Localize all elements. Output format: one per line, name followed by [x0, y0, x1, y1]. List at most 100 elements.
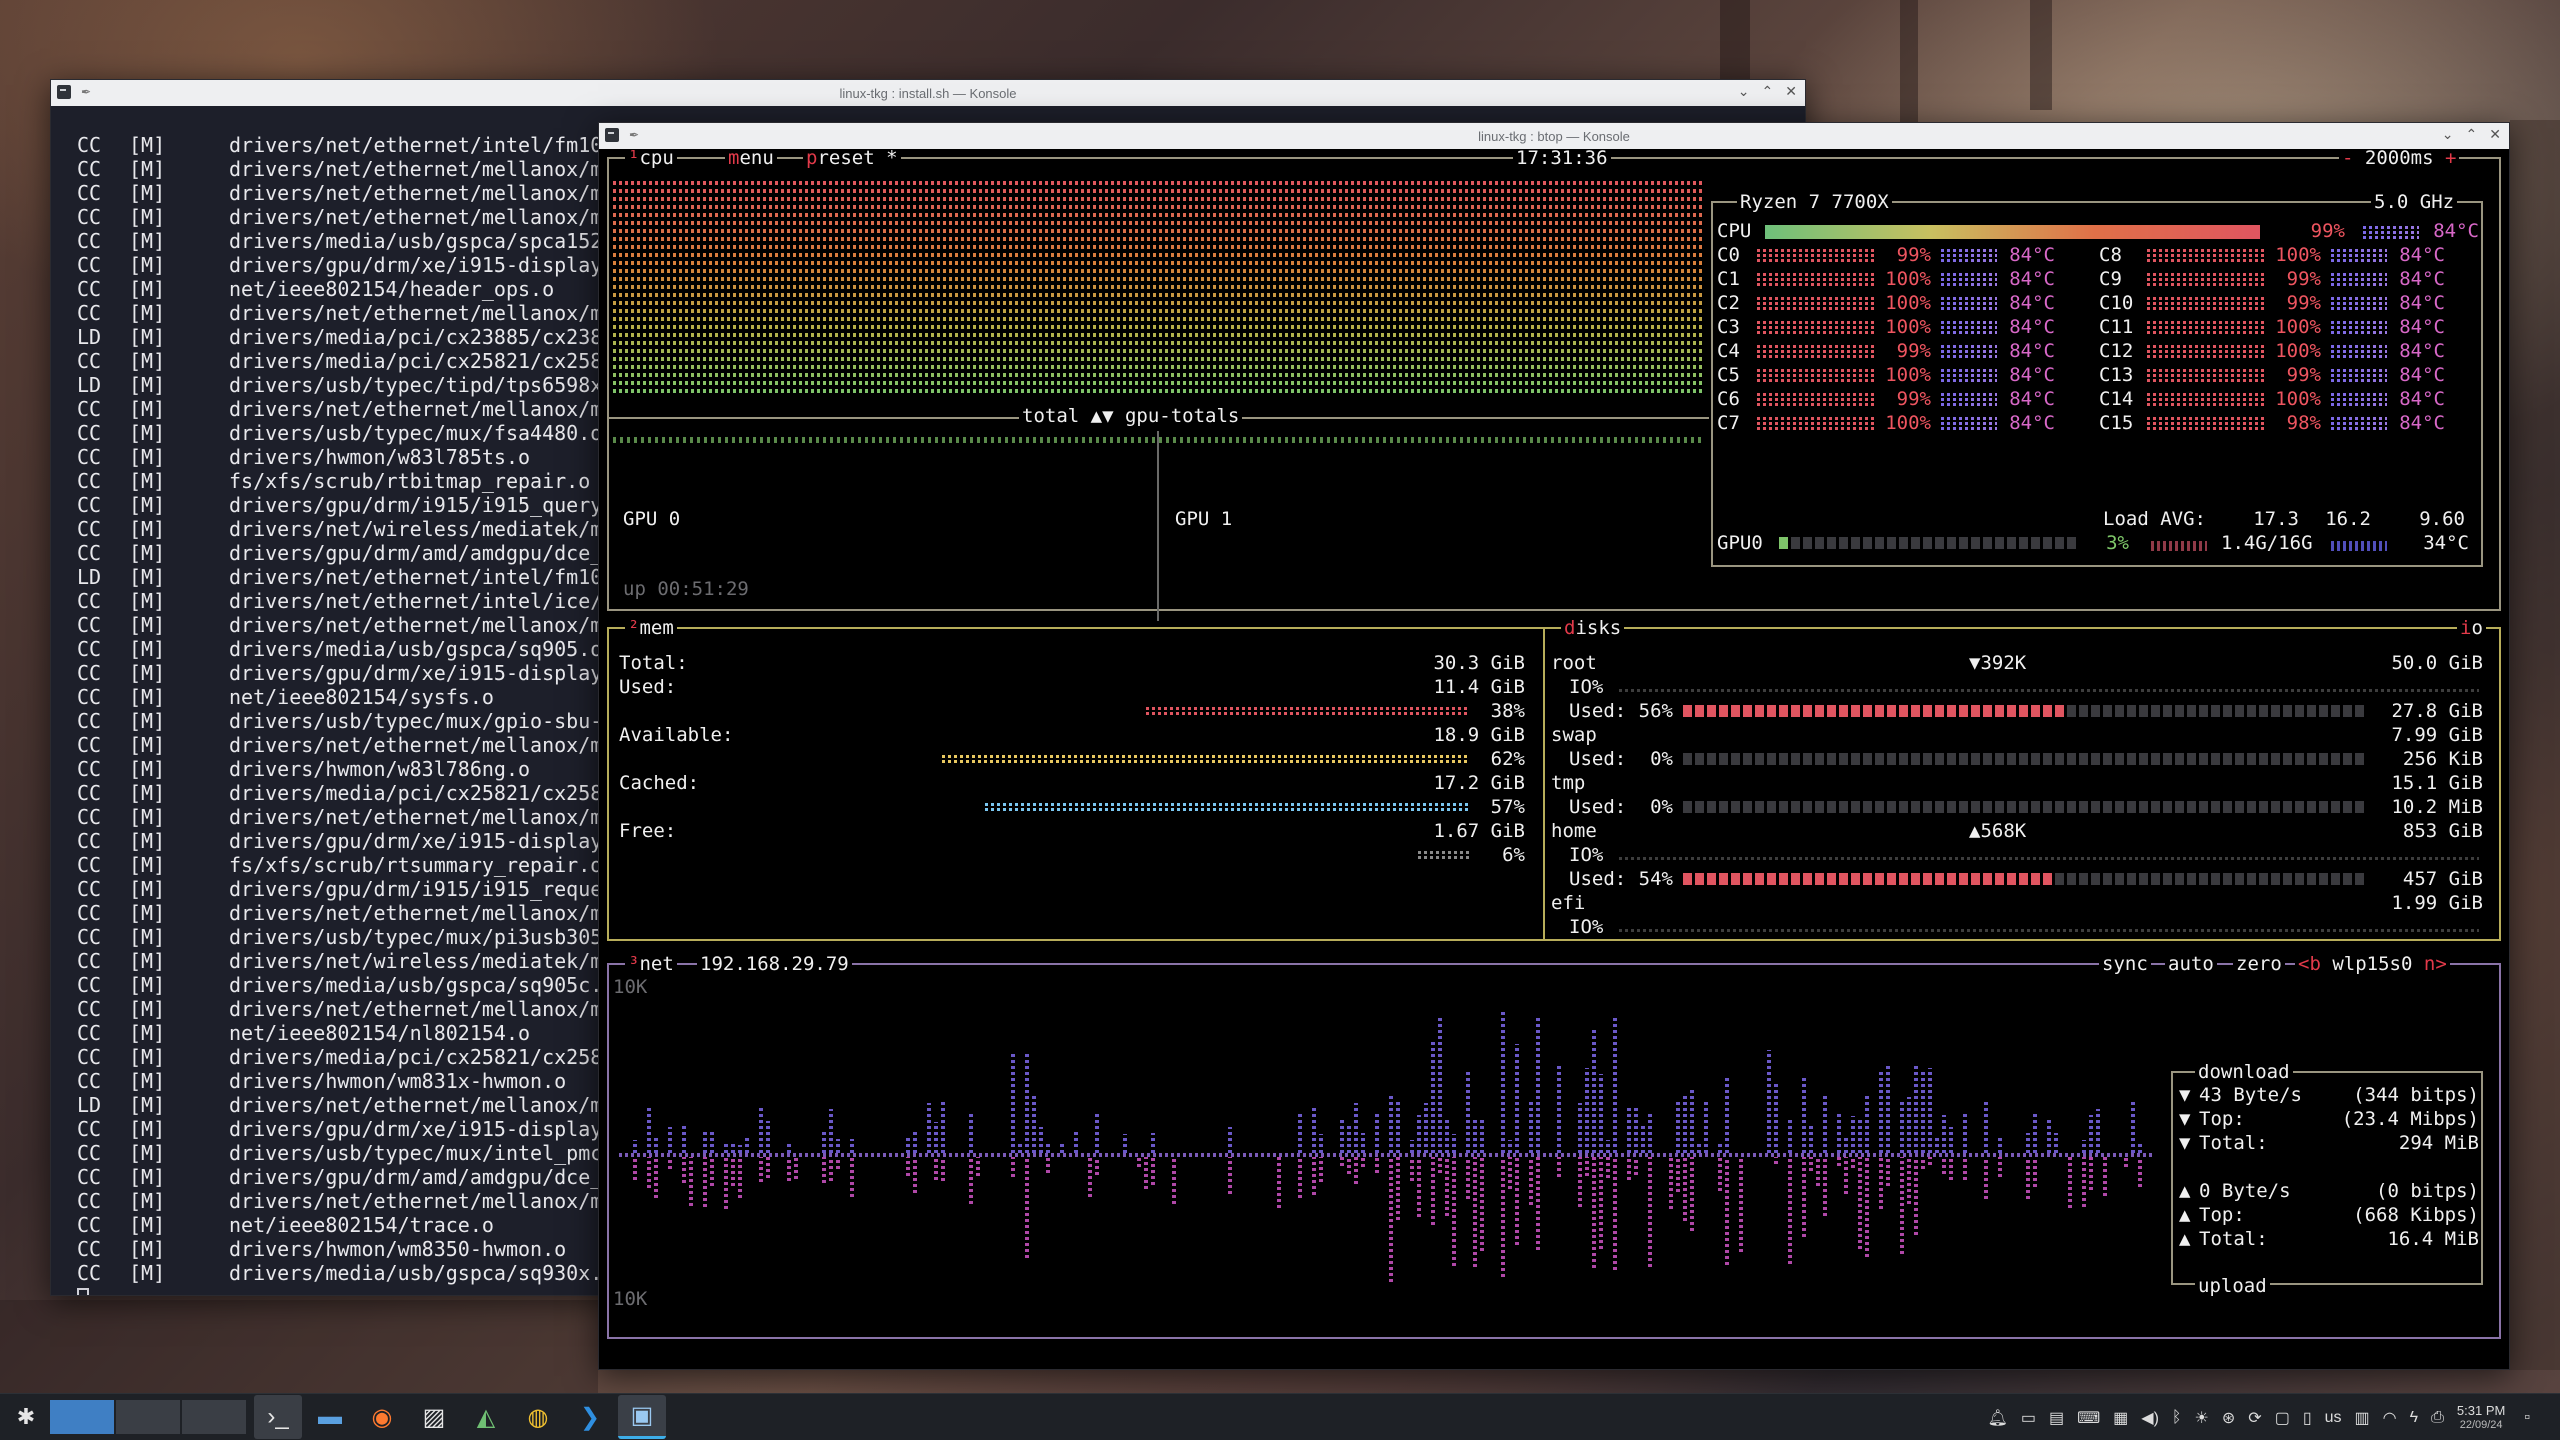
net-tab[interactable]: ³net: [625, 953, 677, 975]
file-manager-icon[interactable]: ▬: [306, 1395, 354, 1439]
update-decrease-button[interactable]: -: [2342, 149, 2353, 169]
keyboard-layout[interactable]: us: [2325, 1409, 2342, 1427]
show-desktop-icon[interactable]: ▫: [2524, 1409, 2530, 1427]
menu-tab[interactable]: menu: [725, 149, 777, 169]
net-upload-bar: [1606, 1140, 1610, 1153]
minimize-icon[interactable]: ⌄: [1738, 83, 1750, 100]
io-toggle[interactable]: io: [2457, 617, 2486, 639]
core-usage-pct: 99%: [1896, 388, 1931, 410]
konsole-btop-window[interactable]: ✒ linux-tkg : btop — Konsole ⌄ ⌃ ✕ ¹cpu …: [598, 122, 2510, 1370]
gpu-totals-graph: [613, 437, 1705, 443]
virtual-desktop-3[interactable]: [182, 1400, 246, 1434]
minimize-icon[interactable]: ⌄: [2442, 126, 2454, 143]
update-increase-button[interactable]: +: [2445, 149, 2456, 169]
net-download-bar: [1599, 1157, 1603, 1249]
build-path: fs/xfs/scrub/rtbitmap_repair.o: [229, 469, 591, 493]
disks-tab[interactable]: disks: [1561, 617, 1625, 639]
firefox-icon[interactable]: ◉: [358, 1395, 406, 1439]
download-stat-value: (23.4 Mibps): [2341, 1108, 2479, 1130]
clock: 17:31:36: [1513, 149, 1611, 169]
module-flag: [M]: [129, 637, 166, 661]
pin-icon[interactable]: ✒: [629, 128, 639, 142]
terminal-launcher-icon[interactable]: ›_: [254, 1395, 302, 1439]
net-download-bar: [1823, 1157, 1827, 1216]
maximize-icon[interactable]: ⌃: [2466, 126, 2478, 143]
maximize-icon[interactable]: ⌃: [1762, 83, 1774, 100]
image-viewer-icon[interactable]: ◭: [462, 1395, 510, 1439]
net-download-bar: [1774, 1157, 1778, 1164]
net-upload-bar: [1935, 1138, 1939, 1153]
net-upload-bar: [647, 1107, 651, 1153]
build-path: drivers/media/pci/cx25821/cx25821-i: [229, 1045, 651, 1069]
updates-icon[interactable]: ⟳: [2248, 1408, 2261, 1428]
konsole-app-icon[interactable]: [57, 85, 71, 99]
build-kind: CC: [77, 973, 102, 997]
keyboard-icon[interactable]: ⌨: [2077, 1408, 2100, 1428]
net-download-bar: [1228, 1157, 1232, 1194]
net-download-bar: [1480, 1157, 1484, 1251]
printer-icon[interactable]: ⎙: [2431, 1409, 2444, 1427]
notifications-icon[interactable]: 🔔︎: [1988, 1408, 2008, 1428]
vscode-icon[interactable]: ❯: [566, 1395, 614, 1439]
net-upload-bar: [822, 1130, 826, 1153]
core-temp-meter: [1941, 272, 1997, 286]
net-download-bar: [1431, 1157, 1435, 1225]
mem-tab[interactable]: ²mem: [625, 617, 677, 639]
build-path: drivers/net/ethernet/mellanox/mlxfw: [229, 613, 651, 637]
net-auto-button[interactable]: auto: [2165, 953, 2217, 975]
core-name: C9: [2099, 268, 2122, 290]
window-titlebar[interactable]: ✒ linux-tkg : btop — Konsole ⌄ ⌃ ✕: [599, 123, 2509, 149]
bluetooth-icon[interactable]: ᛒ: [2172, 1409, 2182, 1427]
screen-icon[interactable]: ▢: [2275, 1408, 2290, 1428]
load-avg-15: 9.60: [2419, 508, 2465, 530]
virtual-desktop-1[interactable]: [50, 1400, 114, 1434]
net-upload-bar: [913, 1132, 917, 1153]
preset-tab[interactable]: preset *: [803, 149, 901, 169]
gpu0-label: GPU 0: [623, 508, 681, 530]
device-icon[interactable]: ▦: [2113, 1408, 2128, 1428]
net-interface-selector[interactable]: <b wlp15s0 n>: [2295, 953, 2450, 975]
build-path: drivers/gpu/drm/xe/i915-display/int: [229, 829, 651, 853]
close-icon[interactable]: ✕: [1785, 83, 1797, 100]
module-flag: [M]: [129, 1189, 166, 1213]
build-kind: CC: [77, 949, 102, 973]
build-kind: LD: [77, 565, 102, 589]
disk-used-bar-fill: [1683, 873, 2052, 885]
chrome-icon[interactable]: ◍: [514, 1395, 562, 1439]
zed-editor-icon[interactable]: ▨: [410, 1395, 458, 1439]
net-upload-bar: [1508, 1140, 1512, 1153]
volume-icon[interactable]: ◀): [2141, 1408, 2159, 1428]
brightness-icon[interactable]: ☀: [2195, 1408, 2209, 1428]
disk-used-bar: [1683, 705, 2367, 717]
display-icon[interactable]: ▭: [2021, 1408, 2036, 1428]
net-sync-button[interactable]: sync: [2099, 953, 2151, 975]
net-next-interface-button[interactable]: n>: [2424, 953, 2447, 975]
core-temp: 84°C: [2399, 340, 2445, 362]
net-prev-interface-button[interactable]: <b: [2298, 953, 2321, 975]
battery-icon[interactable]: ▯: [2303, 1408, 2312, 1428]
disk-used-bar: [1683, 753, 2367, 765]
cpu-tab[interactable]: ¹cpu: [625, 149, 677, 169]
close-icon[interactable]: ✕: [2489, 126, 2501, 143]
tablet-icon[interactable]: ▥: [2355, 1408, 2370, 1428]
app-launcher-button[interactable]: ✱: [4, 1397, 48, 1437]
net-upload-bar: [1851, 1116, 1855, 1153]
pin-icon[interactable]: ✒: [81, 85, 91, 99]
clipboard-icon[interactable]: ▤: [2049, 1408, 2064, 1428]
core-usage-meter: [2147, 296, 2265, 310]
module-flag: [M]: [129, 205, 166, 229]
power-icon[interactable]: ϟ: [2410, 1409, 2418, 1427]
window-titlebar[interactable]: ✒ linux-tkg : install.sh — Konsole ⌄ ⌃ ✕: [51, 80, 1805, 106]
clock-widget[interactable]: 5:31 PM 22/09/24: [2457, 1403, 2505, 1432]
konsole-app-icon[interactable]: [605, 128, 619, 142]
net-download-bar: [1025, 1157, 1029, 1258]
virtual-desktop-2[interactable]: [116, 1400, 180, 1434]
net-download-bar: [1466, 1157, 1470, 1199]
btop-screen[interactable]: ¹cpu menu preset * 17:31:36 - 2000ms + t…: [599, 149, 2509, 1369]
vpn-icon[interactable]: ⊛: [2222, 1408, 2235, 1428]
update-interval[interactable]: - 2000ms +: [2339, 149, 2460, 169]
wifi-icon[interactable]: ◠: [2383, 1408, 2397, 1428]
net-zero-button[interactable]: zero: [2233, 953, 2285, 975]
konsole-task-icon[interactable]: ▣: [618, 1395, 666, 1439]
build-kind: CC: [77, 253, 102, 277]
